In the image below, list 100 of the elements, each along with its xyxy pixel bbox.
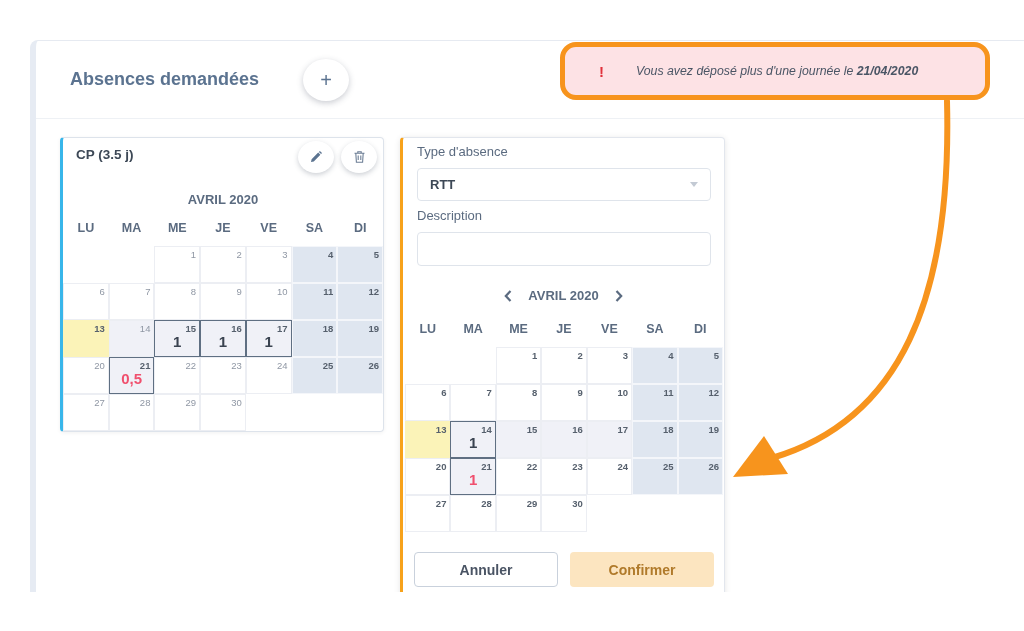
calendar-day[interactable]: 9 — [541, 384, 587, 421]
calendar-day[interactable]: 17 — [586, 421, 633, 458]
day-number: 21 — [139, 360, 151, 371]
day-number: 22 — [185, 360, 197, 371]
day-number: 5 — [713, 350, 719, 361]
day-amount: 1 — [173, 334, 182, 350]
day-number: 8 — [190, 286, 197, 297]
calendar-day[interactable]: 5 — [677, 347, 723, 384]
calendar-day[interactable]: 11 — [632, 384, 678, 421]
day-number: 21 — [481, 461, 492, 472]
day-number: 18 — [322, 323, 334, 334]
day-number: 3 — [622, 350, 629, 361]
calendar-day[interactable]: 7 — [450, 384, 496, 421]
calendar-day[interactable]: 28 — [450, 495, 496, 532]
day-number: 7 — [145, 286, 151, 297]
calendar-day[interactable]: 13 — [405, 421, 451, 458]
calendar-day[interactable]: 3 — [586, 347, 633, 384]
day-number: 7 — [486, 387, 492, 398]
day-number: 20 — [94, 360, 105, 371]
weekday-label: LU — [76, 220, 96, 237]
calendar-day[interactable]: 26 — [677, 458, 723, 495]
calendar-day[interactable]: 4 — [632, 347, 678, 384]
day-number: 23 — [572, 461, 583, 472]
calendar-day[interactable]: 29 — [495, 495, 542, 532]
calendar-day[interactable]: 1 — [495, 347, 542, 384]
section-title: Absences demandées — [70, 69, 260, 90]
calendar-day[interactable]: 10 — [586, 384, 633, 421]
day-number: 8 — [532, 387, 538, 398]
day-number: 22 — [526, 461, 538, 472]
weekday-label: VE — [259, 220, 279, 237]
weekday-label: VE — [600, 321, 619, 338]
day-number: 14 — [481, 424, 492, 435]
chevron-left-icon — [504, 290, 513, 302]
day-number: 5 — [373, 249, 379, 260]
calendar-day[interactable]: 12 — [677, 384, 723, 421]
weekday-label: ME — [508, 321, 529, 338]
day-number: 26 — [368, 360, 379, 371]
absence-type-select[interactable]: RTT — [417, 168, 711, 201]
calendar-day[interactable]: 27 — [405, 495, 451, 532]
day-number: 12 — [368, 286, 379, 297]
calendar-day[interactable]: 25 — [632, 458, 678, 495]
field-label: Description — [417, 207, 484, 224]
absence-title: CP (3.5 j) — [76, 147, 134, 162]
weekday-label: MA — [462, 321, 484, 338]
weekday-label: DI — [693, 321, 708, 338]
day-number: 18 — [663, 424, 674, 435]
day-amount: 1 — [218, 334, 228, 350]
calendar-day[interactable]: 19 — [677, 421, 723, 458]
day-number: 3 — [282, 249, 288, 260]
day-number: 29 — [526, 498, 538, 509]
calendar-day[interactable]: 23 — [541, 458, 587, 495]
day-number: 14 — [139, 323, 151, 334]
day-number: 28 — [481, 498, 492, 509]
day-number: 12 — [708, 387, 719, 398]
day-number: 4 — [328, 249, 334, 260]
calendar-day[interactable]: 30 — [541, 495, 587, 532]
calendar-day[interactable]: 2 — [541, 347, 587, 384]
calendar-day[interactable]: 16 — [541, 421, 587, 458]
calendar-day[interactable]: 24 — [586, 458, 633, 495]
calendar-day[interactable]: 20 — [405, 458, 451, 495]
day-number: 11 — [663, 387, 674, 398]
day-number: 16 — [572, 424, 583, 435]
edit-button[interactable] — [298, 141, 334, 173]
add-button[interactable]: + — [303, 58, 350, 101]
day-number: 29 — [185, 397, 197, 408]
description-field[interactable] — [417, 232, 711, 266]
weekday-label: MA — [120, 220, 143, 237]
day-number: 16 — [231, 323, 242, 334]
calendar-day[interactable]: 15 — [495, 421, 542, 458]
pencil-icon — [310, 151, 322, 163]
weekday-label: SA — [645, 321, 665, 338]
chevron-right-icon — [614, 290, 623, 302]
day-number: 2 — [236, 249, 242, 260]
day-number: 23 — [231, 360, 242, 371]
day-number: 24 — [617, 461, 629, 472]
calendar-day[interactable]: 14 1 — [450, 421, 496, 458]
day-number: 20 — [435, 461, 447, 472]
day-number: 15 — [185, 323, 197, 334]
day-number: 6 — [99, 286, 105, 297]
weekday-label: SA — [304, 220, 325, 237]
weekday-label: JE — [555, 321, 573, 338]
calendar-day[interactable]: 22 — [495, 458, 542, 495]
calendar-day[interactable]: 18 — [632, 421, 678, 458]
alert-message: Vous avez déposé plus d'une journée le 21/04/2020 — [636, 64, 919, 78]
alert-icon: ! — [599, 62, 607, 80]
day-number: 25 — [322, 360, 334, 371]
weekday-label: ME — [166, 220, 188, 237]
day-number: 25 — [663, 461, 674, 472]
weekday-label: DI — [352, 220, 368, 237]
calendar-day[interactable]: 21 1 — [450, 458, 496, 495]
month-label: AVRIL 2020 — [186, 191, 260, 209]
calendar-day[interactable]: 8 — [495, 384, 542, 421]
day-number: 15 — [526, 424, 538, 435]
day-number: 28 — [139, 397, 151, 408]
delete-button[interactable] — [341, 141, 377, 173]
calendar-day[interactable]: 6 — [405, 384, 451, 421]
day-number: 13 — [435, 424, 447, 435]
day-number: 19 — [368, 323, 379, 334]
weekday-label: LU — [418, 321, 438, 338]
cancel-button[interactable]: Annuler — [414, 552, 558, 587]
